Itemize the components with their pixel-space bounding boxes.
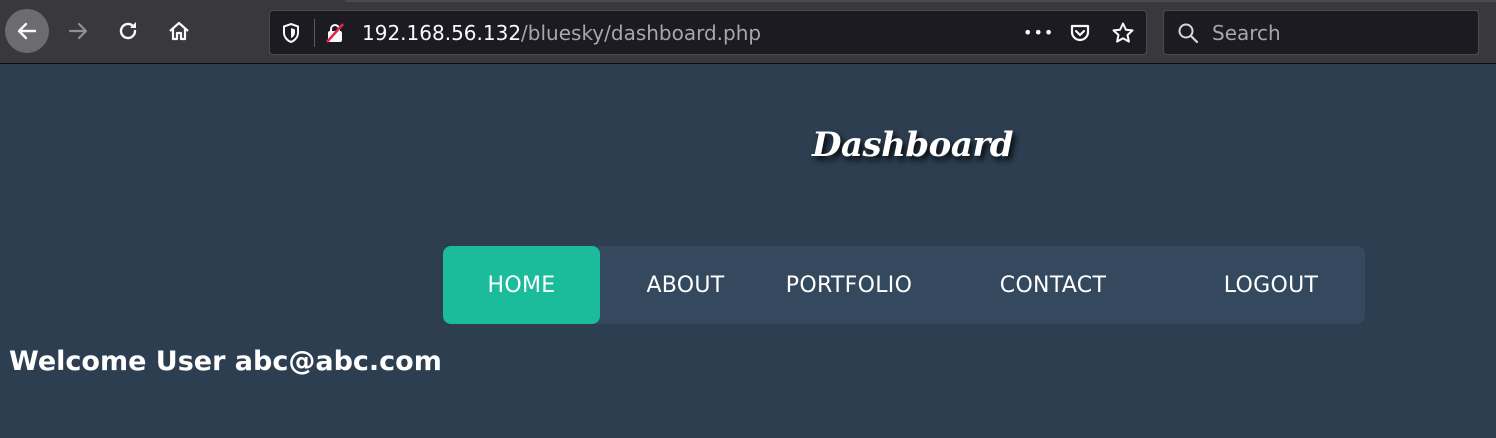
browser-toolbar: 192.168.56.132/bluesky/dashboard.php •••… [0, 0, 1496, 64]
url-separator [314, 19, 315, 47]
page-title: Dashboard [812, 125, 1014, 165]
url-bar[interactable]: 192.168.56.132/bluesky/dashboard.php ••• [269, 10, 1147, 55]
home-icon [167, 19, 191, 43]
forward-button[interactable] [56, 9, 100, 53]
insecure-lock-icon[interactable] [324, 22, 346, 48]
forward-arrow-icon [66, 19, 90, 43]
reload-button[interactable] [106, 9, 150, 53]
nav-item-portfolio[interactable]: PORTFOLIO [769, 246, 929, 324]
back-arrow-icon [15, 19, 39, 43]
more-icon[interactable]: ••• [1023, 23, 1054, 43]
nav-item-about[interactable]: ABOUT [623, 246, 748, 324]
nav-item-home[interactable]: HOME [443, 246, 600, 324]
nav-item-logout[interactable]: LOGOUT [1195, 246, 1347, 324]
home-button[interactable] [157, 9, 201, 53]
search-bar[interactable]: Search [1163, 10, 1479, 55]
star-icon[interactable] [1111, 21, 1135, 49]
shield-icon[interactable] [280, 22, 302, 48]
page-content: Dashboard HOME ABOUT PORTFOLIO CONTACT L… [0, 65, 1496, 438]
back-button[interactable] [5, 9, 49, 53]
pocket-icon[interactable] [1068, 21, 1092, 49]
search-icon [1177, 22, 1199, 48]
search-placeholder: Search [1212, 21, 1281, 45]
url-host: 192.168.56.132 [362, 21, 522, 45]
reload-icon [116, 19, 140, 43]
nav-item-contact[interactable]: CONTACT [973, 246, 1133, 324]
welcome-message: Welcome User abc@abc.com [9, 346, 442, 377]
url-text[interactable]: 192.168.56.132/bluesky/dashboard.php [362, 21, 761, 45]
url-path: /bluesky/dashboard.php [521, 21, 762, 45]
tab-strip-edge [345, 0, 1496, 2]
main-navbar: HOME ABOUT PORTFOLIO CONTACT LOGOUT [443, 246, 1365, 324]
